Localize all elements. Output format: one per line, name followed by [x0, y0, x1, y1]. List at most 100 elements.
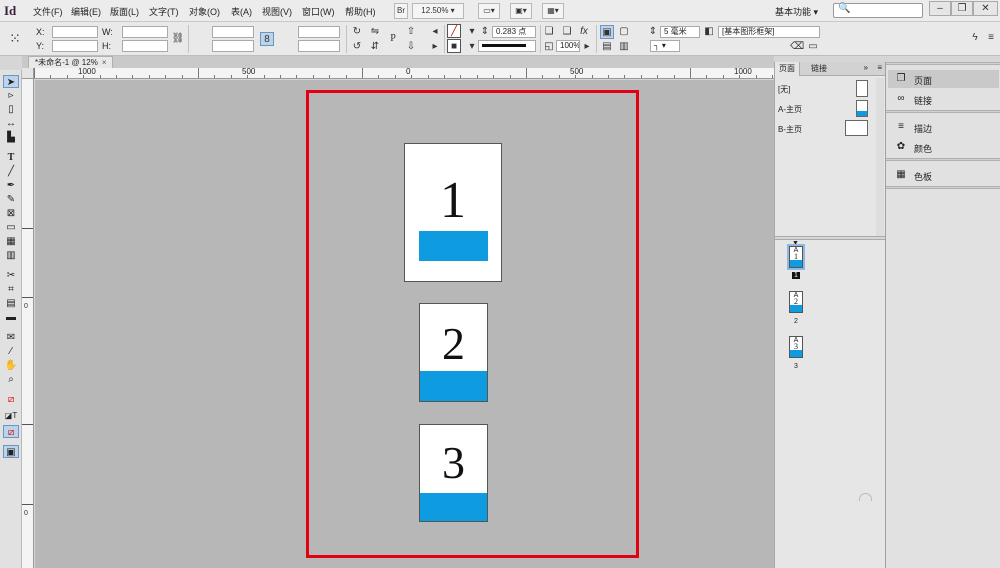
document-page-3[interactable]: 3 — [419, 424, 488, 522]
rotate-cw-icon[interactable]: ↻ — [350, 25, 364, 39]
gradient-feather-tool-icon[interactable]: ▬ — [3, 311, 19, 324]
corner-shape-dropdown[interactable]: ┐ ▾ — [650, 40, 680, 52]
tab-links[interactable]: 链接 — [807, 62, 831, 76]
h-field[interactable] — [122, 40, 168, 52]
page-thumbnail-1[interactable]: A 1 — [787, 244, 805, 270]
pen-tool-icon[interactable]: ✒ — [3, 179, 19, 192]
drop-shadow-icon[interactable]: ❏ — [542, 25, 556, 39]
shear-field[interactable] — [298, 40, 340, 52]
collapse-arrows-icon[interactable]: » — [864, 63, 868, 72]
menu-window[interactable]: 窗口(W) — [302, 5, 335, 18]
master-none[interactable]: [无] — [775, 80, 886, 100]
flip-h-icon[interactable]: ⇋ — [368, 25, 382, 39]
dock-item-links[interactable]: ∞ 链接 — [888, 90, 999, 108]
paragraph-icon[interactable]: P — [386, 32, 400, 46]
tab-pages[interactable]: 页面 — [775, 62, 800, 76]
menu-file[interactable]: 文件(F) — [33, 5, 63, 18]
menu-type[interactable]: 文字(T) — [149, 5, 179, 18]
formatting-container-icon[interactable]: ◪T — [3, 409, 19, 422]
object-style-icon[interactable]: ◧ — [702, 25, 716, 39]
content-collector-icon[interactable]: ▙ — [3, 131, 19, 144]
new-style-icon[interactable]: ▭ — [806, 40, 820, 54]
fill-swatch-icon[interactable]: ╱ — [447, 24, 461, 38]
effects-icon[interactable]: fx — [577, 25, 591, 39]
menu-object[interactable]: 对象(O) — [189, 5, 220, 18]
eyedropper-tool-icon[interactable]: ⁄ — [3, 345, 19, 358]
clear-overrides-icon[interactable]: ⌫ — [790, 40, 804, 54]
master-a[interactable]: A-主页 — [775, 100, 886, 120]
dock-item-pages[interactable]: ❐ 页面 — [888, 70, 999, 88]
dock-item-swatches[interactable]: ▦ 色板 — [888, 166, 999, 184]
vertical-ruler[interactable]: 0 0 — [22, 79, 34, 568]
menu-view[interactable]: 视图(V) — [262, 5, 292, 18]
page-tool-icon[interactable]: ▯ — [3, 103, 19, 116]
screen-mode-icon[interactable]: ▣▾ — [510, 3, 532, 19]
opacity-dropdown-icon[interactable]: ▸ — [580, 40, 594, 54]
corner-size-stepper[interactable]: ⇕ — [646, 25, 660, 39]
apply-none-icon[interactable]: ⧄ — [3, 425, 19, 438]
text-wrap-alt-icon[interactable]: ▥ — [617, 40, 631, 54]
menu-layout[interactable]: 版面(L) — [110, 5, 139, 18]
view-options-icon[interactable]: ▭▾ — [478, 3, 500, 19]
stroke-dropdown-icon[interactable]: ▾ — [465, 40, 479, 54]
opacity-field[interactable]: 100% — [556, 40, 580, 52]
menu-help[interactable]: 帮助(H) — [345, 5, 376, 18]
dock-item-color[interactable]: ✿ 颜色 — [888, 138, 999, 156]
close-tab-icon[interactable]: × — [102, 58, 107, 67]
document-page-2[interactable]: 2 — [419, 303, 488, 402]
stroke-outside-icon[interactable]: ▢ — [617, 25, 631, 39]
page-thumbnail-2[interactable]: A 2 — [789, 291, 803, 313]
close-window-icon[interactable]: ✕ — [973, 1, 998, 16]
flip-v-icon[interactable]: ⇵ — [368, 40, 382, 54]
rotate-ccw-icon[interactable]: ↺ — [350, 40, 364, 54]
y-field[interactable] — [52, 40, 98, 52]
x-field[interactable] — [52, 26, 98, 38]
rectangle-frame-tool-icon[interactable]: ⊠ — [3, 207, 19, 220]
stroke-swatch-icon[interactable]: ■ — [447, 39, 461, 53]
reference-point-icon[interactable]: ⁙ — [8, 31, 22, 45]
panel-menu-icon[interactable]: ϟ — [968, 31, 982, 45]
scale-y-field[interactable] — [212, 40, 254, 52]
stroke-type-dropdown[interactable] — [478, 40, 536, 52]
selection-tool-icon[interactable]: ➤ — [3, 75, 19, 88]
bridge-button[interactable]: Br — [394, 3, 408, 19]
stroke-inside-icon[interactable]: ▣ — [600, 25, 614, 39]
page-thumbnail-3[interactable]: A 3 — [789, 336, 803, 358]
horizontal-ruler[interactable]: 1000 500 0 500 1000 — [34, 68, 774, 79]
screen-mode-normal-icon[interactable]: ▣ — [3, 445, 19, 458]
master-b[interactable]: B-主页 — [775, 120, 886, 140]
document-page-1[interactable]: 1 — [404, 143, 502, 282]
control-panel-menu-icon[interactable]: ≡ — [984, 31, 998, 45]
table-tool-icon[interactable]: ▦ — [3, 235, 19, 248]
opacity-icon[interactable]: ◱ — [542, 40, 556, 54]
scale-x-field[interactable] — [212, 26, 254, 38]
type-tool-icon[interactable]: T — [3, 151, 19, 164]
shadow-toggle-icon[interactable]: ❑ — [560, 25, 574, 39]
ruler-origin[interactable] — [22, 68, 34, 79]
note-tool-icon[interactable]: ✉ — [3, 331, 19, 344]
workspace-switcher[interactable]: 基本功能 ▾ — [775, 5, 818, 18]
help-search-input[interactable]: 🔍 — [833, 3, 923, 18]
zoom-tool-icon[interactable]: ⌕ — [3, 373, 19, 386]
rotate-field[interactable] — [298, 26, 340, 38]
direct-selection-tool-icon[interactable]: ▹ — [3, 89, 19, 102]
arrange-documents-icon[interactable]: ▦▾ — [542, 3, 564, 19]
fill-dropdown-icon[interactable]: ▾ — [465, 25, 479, 39]
zoom-level-dropdown[interactable]: 12.50% ▾ — [412, 3, 464, 19]
free-transform-tool-icon[interactable]: ⌗ — [3, 283, 19, 296]
panel-menu-icon[interactable]: ≡ — [877, 63, 882, 72]
select-previous-icon[interactable]: ◂ — [428, 25, 442, 39]
line-tool-icon[interactable]: ╱ — [3, 165, 19, 178]
horizontal-grid-tool-icon[interactable]: ▥ — [3, 249, 19, 262]
scale-lock-icon[interactable]: 8 — [260, 32, 274, 46]
panel-resize-handle[interactable] — [859, 493, 872, 501]
stroke-weight-stepper[interactable]: ⇕ — [478, 25, 492, 39]
dock-item-stroke[interactable]: ≡ 描边 — [888, 118, 999, 136]
fill-stroke-icon[interactable]: ⧄ — [3, 393, 19, 406]
corner-size-field[interactable]: 5 毫米 — [660, 26, 700, 38]
scissors-tool-icon[interactable]: ✂ — [3, 269, 19, 282]
object-style-dropdown[interactable]: [基本图形框架] — [718, 26, 820, 38]
menu-table[interactable]: 表(A) — [231, 5, 252, 18]
document-tab[interactable]: *未命名-1 @ 12% × — [28, 56, 114, 68]
stroke-weight-field[interactable]: 0.283 点 — [492, 26, 536, 38]
